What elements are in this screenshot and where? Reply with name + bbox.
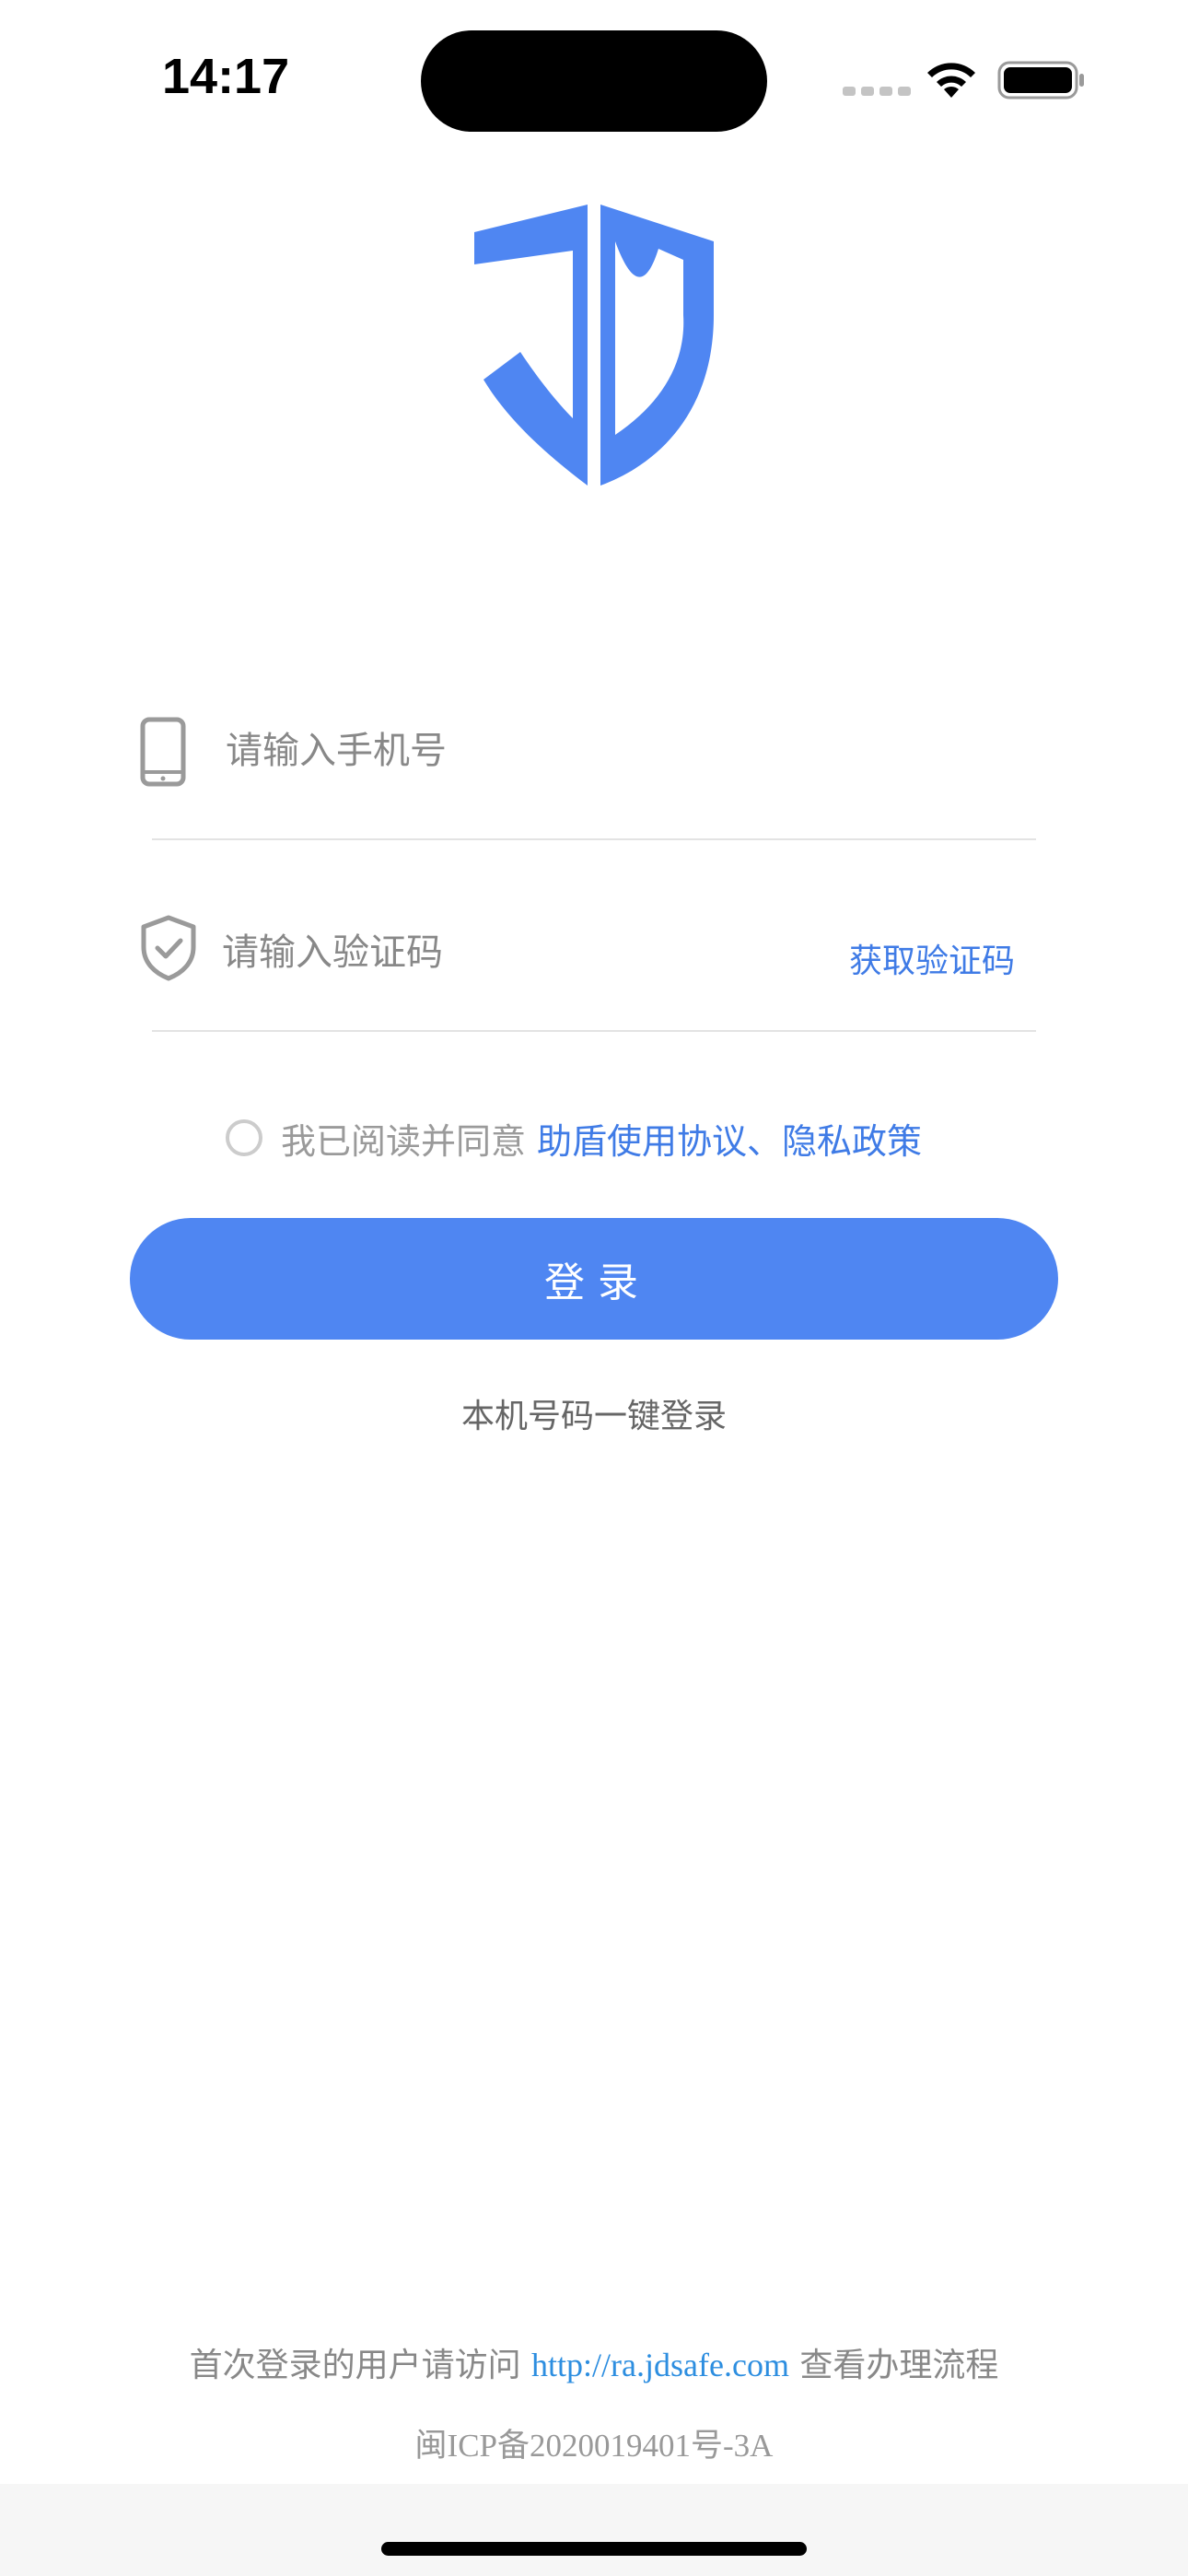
dynamic-island xyxy=(421,30,767,132)
phone-input[interactable] xyxy=(226,720,1018,781)
home-indicator[interactable] xyxy=(381,2542,807,2556)
agreement-row: 我已阅读并同意 助盾使用协议 、 隐私政策 xyxy=(226,1112,922,1164)
agreement-separator: 、 xyxy=(747,1120,783,1162)
divider xyxy=(152,1030,1036,1032)
battery-icon xyxy=(997,61,1084,100)
agreement-checkbox[interactable] xyxy=(226,1119,262,1156)
footer-visit-prefix: 首次登录的用户请访问 xyxy=(189,2347,521,2384)
jd-shield-logo-icon xyxy=(474,205,714,486)
agreement-prefix: 我已阅读并同意 xyxy=(281,1120,527,1162)
one-key-login-link[interactable]: 本机号码一键登录 xyxy=(0,1389,1188,1437)
divider xyxy=(152,838,1036,840)
login-screen: 14:17 获取验证码 我已阅读并同意 助盾使用协议 xyxy=(0,0,1188,2576)
footer-url-link[interactable]: http://ra.jdsafe.com xyxy=(531,2347,789,2383)
get-code-button[interactable]: 获取验证码 xyxy=(849,934,1015,982)
footer-visit-suffix: 查看办理流程 xyxy=(799,2347,999,2384)
status-time: 14:17 xyxy=(162,49,290,104)
verification-code-input[interactable] xyxy=(222,922,811,983)
wifi-icon xyxy=(927,63,975,98)
home-indicator-area xyxy=(0,2484,1188,2576)
privacy-link[interactable]: 隐私政策 xyxy=(782,1113,922,1164)
shield-check-icon xyxy=(141,915,196,981)
login-button[interactable]: 登录 xyxy=(130,1218,1058,1340)
icp-number: 闽ICP备2020019401号-3A xyxy=(414,2428,774,2464)
cellular-signal-icon xyxy=(843,87,911,96)
terms-link[interactable]: 助盾使用协议 xyxy=(537,1113,747,1164)
phone-icon xyxy=(140,717,186,787)
footer-visit-info: 首次登录的用户请访问 http://ra.jdsafe.com 查看办理流程 xyxy=(0,2338,1188,2386)
